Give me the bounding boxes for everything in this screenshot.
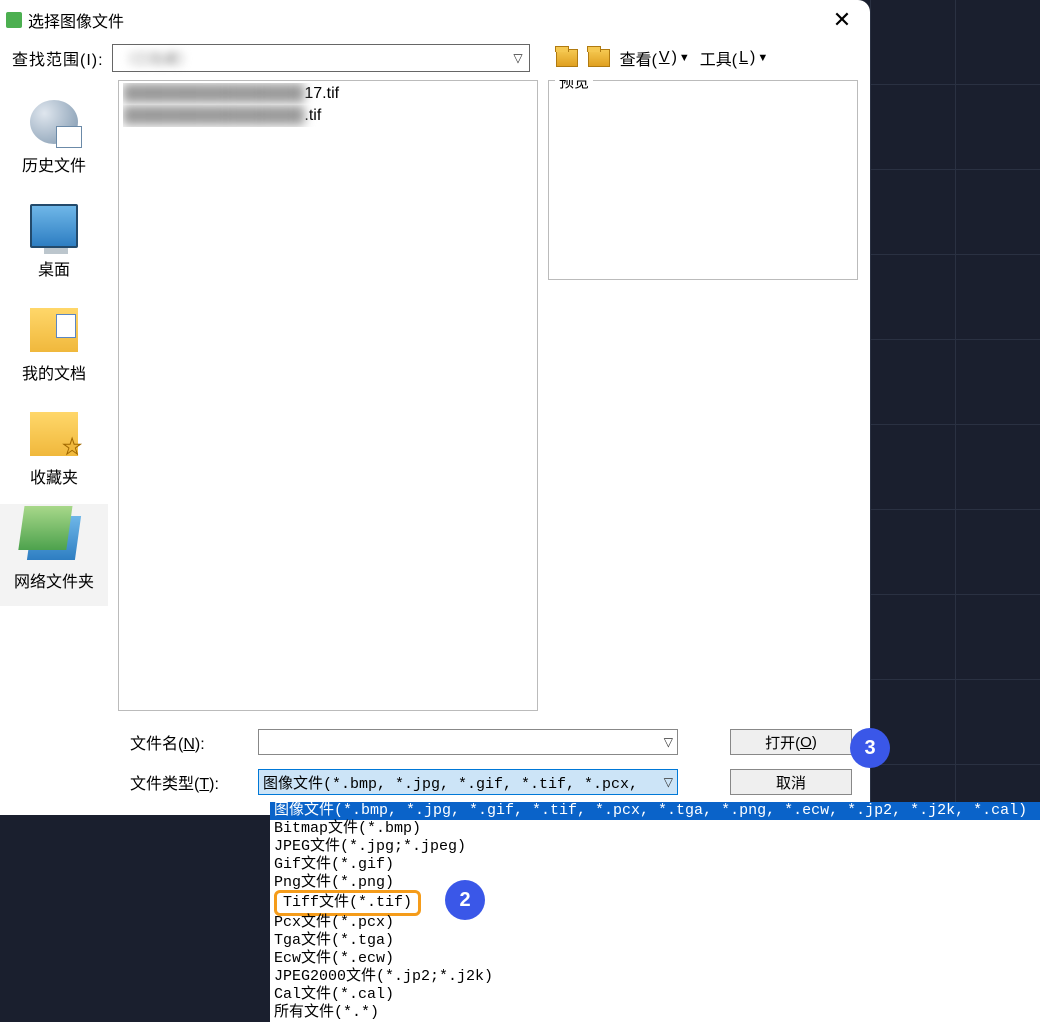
tools-menu[interactable]: 工具(L) ▼ bbox=[700, 46, 768, 70]
sidebar-item-desktop[interactable]: 桌面 bbox=[0, 192, 108, 294]
filetype-combobox[interactable]: 图像文件(*.bmp, *.jpg, *.gif, *.tif, *.pcx, … bbox=[258, 769, 678, 795]
cancel-button[interactable]: 取消 bbox=[730, 769, 852, 795]
sidebar-item-label: 历史文件 bbox=[22, 152, 86, 176]
search-label: 查找范围(I): bbox=[12, 46, 104, 70]
sidebar-item-label: 桌面 bbox=[38, 256, 70, 280]
sidebar-item-network[interactable]: 网络文件夹 bbox=[0, 504, 108, 606]
file-name-suffix: 17.tif bbox=[304, 85, 339, 102]
filename-label: 文件名(N): bbox=[130, 730, 248, 754]
favorites-icon bbox=[30, 412, 78, 456]
filetype-option[interactable]: Cal文件(*.cal) bbox=[270, 986, 1040, 1004]
file-name-suffix: .tif bbox=[304, 107, 321, 124]
view-label-suffix: ) bbox=[672, 49, 677, 67]
file-list[interactable]: ████████████████17.tif ████████████████.… bbox=[118, 80, 538, 711]
search-scope-combobox[interactable]: （已隐藏） ▽ bbox=[112, 44, 530, 72]
filetype-option[interactable]: Gif文件(*.gif) bbox=[270, 856, 1040, 874]
search-row: 查找范围(I): （已隐藏） ▽ 查看(V) ▼ 工具(L) ▼ bbox=[0, 40, 870, 80]
folder-open-icon[interactable] bbox=[588, 49, 610, 67]
history-icon bbox=[30, 100, 78, 144]
filetype-option-tiff[interactable]: Tiff文件(*.tif) bbox=[270, 892, 1040, 914]
filetype-option[interactable]: Ecw文件(*.ecw) bbox=[270, 950, 1040, 968]
highlight-box: Tiff文件(*.tif) bbox=[274, 890, 421, 916]
sidebar-item-history[interactable]: 历史文件 bbox=[0, 88, 108, 190]
preview-label: 预览 bbox=[555, 80, 593, 92]
desktop-icon bbox=[30, 204, 78, 248]
filetype-selected: 图像文件(*.bmp, *.jpg, *.gif, *.tif, *.pcx, bbox=[263, 772, 638, 793]
filetype-option[interactable]: Pcx文件(*.pcx) bbox=[270, 914, 1040, 932]
sidebar-item-label: 收藏夹 bbox=[30, 464, 78, 488]
app-icon bbox=[6, 12, 22, 28]
view-key: V bbox=[659, 49, 670, 67]
sidebar-item-label: 网络文件夹 bbox=[14, 568, 94, 592]
filetype-label: 文件类型(T): bbox=[130, 770, 248, 794]
chevron-down-icon: ▽ bbox=[664, 775, 673, 790]
cancel-label: 取消 bbox=[776, 772, 806, 793]
filetype-option[interactable]: JPEG文件(*.jpg;*.jpeg) bbox=[270, 838, 1040, 856]
places-sidebar: 历史文件 桌面 我的文档 收藏夹 网络文件夹 bbox=[0, 80, 108, 711]
annotation-badge-3: 3 bbox=[850, 728, 890, 768]
search-scope-value: （已隐藏） bbox=[119, 48, 194, 69]
tools-label-suffix: ) bbox=[750, 49, 755, 67]
preview-pane: 预览 bbox=[548, 80, 870, 711]
tools-label-prefix: 工具( bbox=[700, 46, 737, 70]
tools-key: L bbox=[739, 49, 748, 67]
list-item[interactable]: ████████████████17.tif bbox=[123, 83, 533, 105]
sidebar-item-label: 我的文档 bbox=[22, 360, 86, 384]
filetype-option[interactable]: 所有文件(*.*) bbox=[270, 1004, 1040, 1022]
filetype-option[interactable]: 图像文件(*.bmp, *.jpg, *.gif, *.tif, *.pcx, … bbox=[270, 802, 1040, 820]
filetype-option[interactable]: JPEG2000文件(*.jp2;*.j2k) bbox=[270, 968, 1040, 986]
network-icon bbox=[27, 516, 81, 560]
list-item[interactable]: ████████████████.tif bbox=[123, 105, 533, 127]
sidebar-item-documents[interactable]: 我的文档 bbox=[0, 296, 108, 398]
annotation-badge-2: 2 bbox=[445, 880, 485, 920]
view-menu[interactable]: 查看(V) ▼ bbox=[620, 46, 690, 70]
sidebar-item-favorites[interactable]: 收藏夹 bbox=[0, 400, 108, 502]
close-icon[interactable]: ✕ bbox=[824, 2, 860, 38]
chevron-down-icon: ▽ bbox=[513, 51, 522, 65]
preview-box: 预览 bbox=[548, 80, 858, 280]
view-label-prefix: 查看( bbox=[620, 46, 657, 70]
filetype-option[interactable]: Tga文件(*.tga) bbox=[270, 932, 1040, 950]
filetype-option[interactable]: Bitmap文件(*.bmp) bbox=[270, 820, 1040, 838]
file-open-dialog: 选择图像文件 ✕ 查找范围(I): （已隐藏） ▽ 查看(V) ▼ 工具(L) … bbox=[0, 0, 870, 815]
folder-up-icon[interactable] bbox=[556, 49, 578, 67]
filename-input[interactable]: ▽ bbox=[258, 729, 678, 755]
titlebar: 选择图像文件 ✕ bbox=[0, 0, 870, 40]
window-title: 选择图像文件 bbox=[28, 8, 124, 32]
open-button[interactable]: 打开(O) bbox=[730, 729, 852, 755]
chevron-down-icon: ▽ bbox=[664, 735, 673, 749]
filetype-dropdown[interactable]: 图像文件(*.bmp, *.jpg, *.gif, *.tif, *.pcx, … bbox=[270, 802, 1040, 1022]
documents-icon bbox=[30, 308, 78, 352]
chevron-down-icon: ▼ bbox=[679, 52, 690, 64]
chevron-down-icon: ▼ bbox=[757, 52, 768, 64]
